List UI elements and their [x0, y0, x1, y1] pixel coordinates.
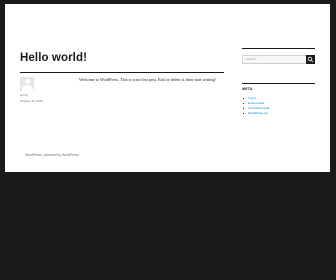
post-title[interactable]: Hello world! — [20, 52, 87, 64]
post-divider — [20, 72, 224, 73]
meta-links-list: Log in Entries feed Comments feed WordPr… — [242, 96, 269, 116]
meta-link-wordpress-org[interactable]: WordPress.org — [242, 111, 269, 116]
search-placeholder: Search … — [246, 57, 260, 61]
meta-widget-divider — [242, 83, 315, 84]
post-author-link[interactable]: jennyf — [20, 93, 28, 97]
page-content: Hello world! jennyf October 12, 2019 Wel… — [5, 4, 330, 172]
search-icon — [307, 56, 314, 63]
avatar-head — [24, 79, 30, 84]
search-input[interactable]: Search … — [242, 55, 307, 64]
meta-widget-title: META — [242, 87, 253, 91]
post-content: Welcome to WordPress. This is your first… — [79, 77, 216, 82]
site-footer-credit[interactable]: WordPress, powered by WordPress — [25, 153, 79, 158]
search-button[interactable] — [306, 55, 315, 64]
search-widget-divider — [242, 48, 315, 49]
author-avatar[interactable] — [20, 77, 34, 91]
avatar-body — [21, 85, 33, 91]
post-date-link[interactable]: October 12, 2019 — [20, 99, 43, 103]
